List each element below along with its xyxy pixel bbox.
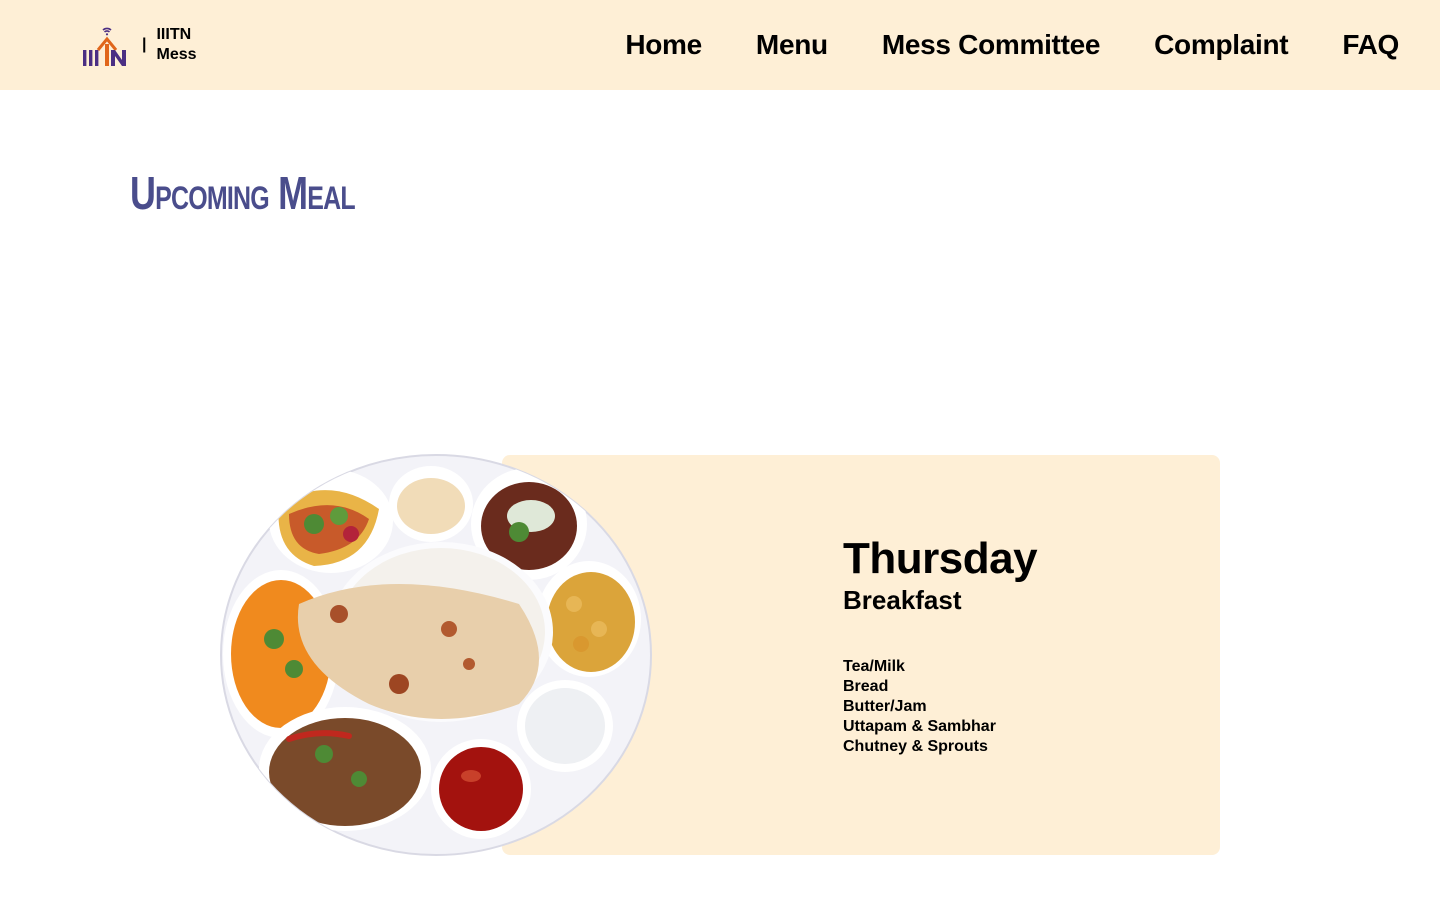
nav-home[interactable]: Home — [625, 29, 702, 61]
meal-day: Thursday — [843, 534, 1038, 583]
meal-item: Butter/Jam — [843, 698, 927, 715]
nav-menu[interactable]: Menu — [756, 29, 828, 61]
iiitn-logo-icon — [83, 27, 126, 66]
nav-faq[interactable]: FAQ — [1342, 29, 1399, 61]
meal-info: Thursday Breakfast Tea/Milk Bread Butter… — [843, 533, 1038, 757]
thali-plate-image — [220, 454, 652, 856]
meal-item: Uttapam & Sambhar — [843, 718, 996, 735]
meal-item: Bread — [843, 678, 889, 695]
meal-item: Chutney & Sprouts — [843, 738, 988, 755]
meal-items-list: Tea/Milk Bread Butter/Jam Uttapam & Samb… — [843, 657, 1037, 757]
nav-complaint[interactable]: Complaint — [1154, 29, 1288, 61]
main-nav: Home Menu Mess Committee Complaint FAQ — [625, 0, 1399, 90]
section-title: Upcoming Meal — [130, 167, 356, 219]
brand-separator: | — [142, 36, 147, 53]
brand[interactable]: | IIITN Mess — [80, 22, 197, 68]
navbar: | IIITN Mess Home Menu Mess Committee Co… — [0, 0, 1440, 90]
nav-mess-committee[interactable]: Mess Committee — [882, 29, 1101, 61]
brand-line1: IIITN — [156, 26, 192, 43]
meal-item: Tea/Milk — [843, 658, 905, 675]
meal-type: Breakfast — [843, 585, 962, 615]
brand-name: IIITN Mess — [156, 25, 196, 65]
brand-line2: Mess — [156, 46, 197, 63]
